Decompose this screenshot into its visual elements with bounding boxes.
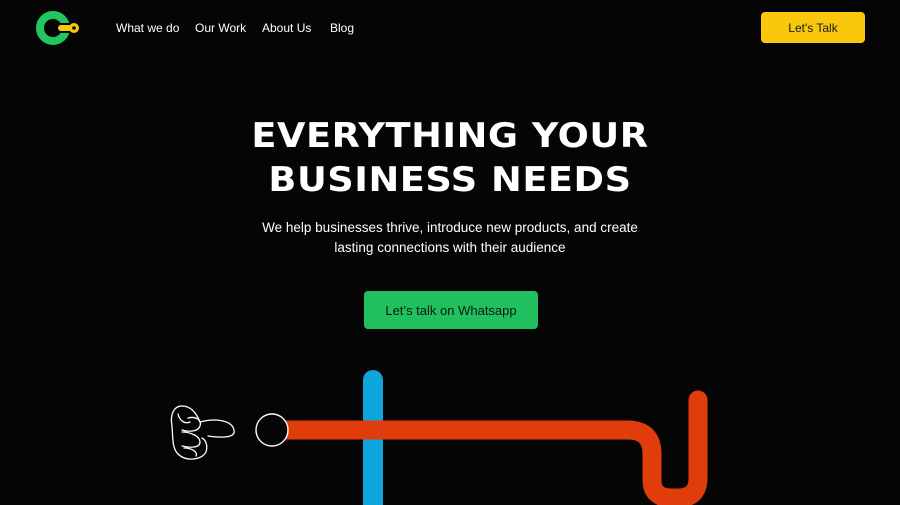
hero-title-line-2: BUSINESS NEEDS bbox=[268, 160, 632, 200]
ring-icon bbox=[255, 413, 289, 447]
whatsapp-button[interactable]: Let’s talk on Whatsapp bbox=[364, 291, 538, 329]
lets-talk-button[interactable]: Let's Talk bbox=[761, 12, 865, 43]
nav-what-we-do[interactable]: What we do bbox=[116, 20, 179, 36]
hero-title: EVERYTHING YOUR BUSINESS NEEDS bbox=[0, 114, 900, 202]
pipes-illustration bbox=[170, 370, 708, 505]
nav-blog[interactable]: Blog bbox=[330, 20, 354, 36]
landing-page: What we do Our Work About Us Blog Let's … bbox=[0, 0, 900, 505]
nav-about-us[interactable]: About Us bbox=[262, 20, 311, 36]
brand-c-logo-icon[interactable] bbox=[36, 10, 82, 46]
nav-our-work[interactable]: Our Work bbox=[195, 20, 246, 36]
pointing-hand-icon bbox=[170, 405, 235, 460]
orange-pipe bbox=[262, 390, 708, 505]
hero-subtitle: We help businesses thrive, introduce new… bbox=[262, 220, 638, 255]
hero-title-line-1: EVERYTHING YOUR bbox=[251, 116, 649, 156]
